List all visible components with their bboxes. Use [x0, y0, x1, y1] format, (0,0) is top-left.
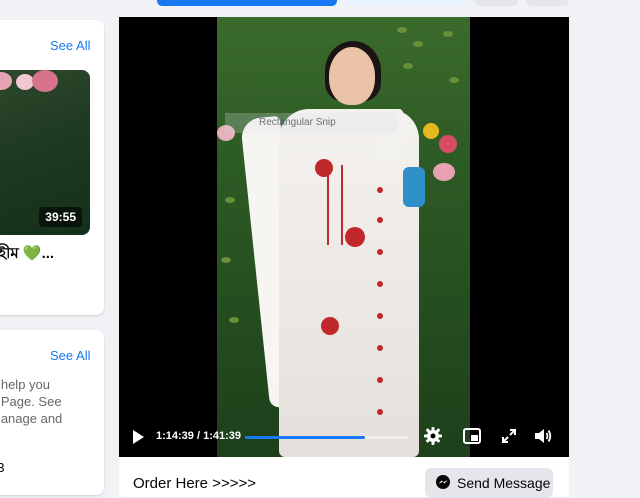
- embroidery: [321, 317, 339, 335]
- button-dot: [377, 281, 383, 287]
- video-controls: 1:14:39 / 1:41:39: [119, 417, 569, 457]
- progress-fill: [245, 436, 366, 439]
- button-dot: [377, 345, 383, 351]
- videos-card: See All 39:55 রহীম 💚...: [0, 20, 104, 315]
- play-icon[interactable]: [131, 429, 145, 450]
- button-dot: [377, 249, 383, 255]
- leaf-decoration: [397, 27, 407, 33]
- button-dot: [377, 377, 383, 383]
- volume-icon[interactable]: [533, 426, 553, 451]
- embroidery: [315, 159, 333, 177]
- flower-decoration: [423, 123, 439, 139]
- embroidery: [327, 165, 329, 245]
- top-action-bar: [0, 0, 640, 8]
- leaf-decoration: [225, 197, 235, 203]
- button-dot: [377, 217, 383, 223]
- picture-in-picture-icon[interactable]: [463, 428, 481, 449]
- leaf-decoration: [403, 63, 413, 69]
- progress-bar[interactable]: [245, 436, 408, 439]
- leaf-decoration: [443, 31, 453, 37]
- fullscreen-icon[interactable]: [501, 428, 517, 449]
- video-player[interactable]: Rectangular Snip 1:14:39 / 1:41:39: [119, 17, 569, 457]
- video-title[interactable]: রহীম 💚...: [0, 242, 54, 267]
- button-dot: [377, 409, 383, 415]
- time-display: 1:14:39 / 1:41:39: [156, 430, 241, 442]
- leaf-decoration: [413, 41, 423, 47]
- flower-decoration: [439, 135, 457, 153]
- face: [329, 47, 375, 105]
- button-dot: [377, 187, 383, 193]
- tertiary-action-button[interactable]: [475, 0, 518, 6]
- flower-decoration: [32, 70, 58, 92]
- send-message-label: Send Message: [457, 475, 551, 491]
- about-card: See All o help you a Page. See manage an…: [0, 330, 104, 495]
- dress: [279, 109, 419, 457]
- embroidery: [341, 165, 343, 245]
- about-number: 13: [0, 460, 5, 475]
- video-frame: [217, 17, 470, 457]
- video-thumbnail[interactable]: 39:55: [0, 70, 90, 235]
- send-message-button[interactable]: Send Message: [425, 468, 553, 498]
- flower-decoration: [433, 163, 455, 181]
- about-description: o help you a Page. See manage and: [0, 377, 63, 426]
- post-caption: Order Here >>>>>: [133, 475, 256, 492]
- flower-decoration: [0, 72, 12, 90]
- post-footer: Order Here >>>>> Send Message: [119, 457, 569, 498]
- more-options-button[interactable]: [526, 0, 569, 6]
- secondary-action-button[interactable]: [344, 0, 468, 6]
- gear-icon[interactable]: [423, 426, 443, 451]
- primary-action-button[interactable]: [157, 0, 337, 6]
- embroidery: [345, 227, 365, 247]
- see-all-about-link[interactable]: See All: [50, 348, 90, 363]
- messenger-icon: [435, 474, 451, 493]
- button-dot: [377, 313, 383, 319]
- see-all-videos-link[interactable]: See All: [50, 38, 90, 53]
- leaf-decoration: [229, 317, 239, 323]
- leaf-decoration: [449, 77, 459, 83]
- video-duration-badge: 39:55: [39, 207, 82, 227]
- leaf-decoration: [221, 257, 231, 263]
- sleeve: [403, 167, 425, 207]
- snip-overlay-label: Rectangular Snip: [225, 113, 397, 133]
